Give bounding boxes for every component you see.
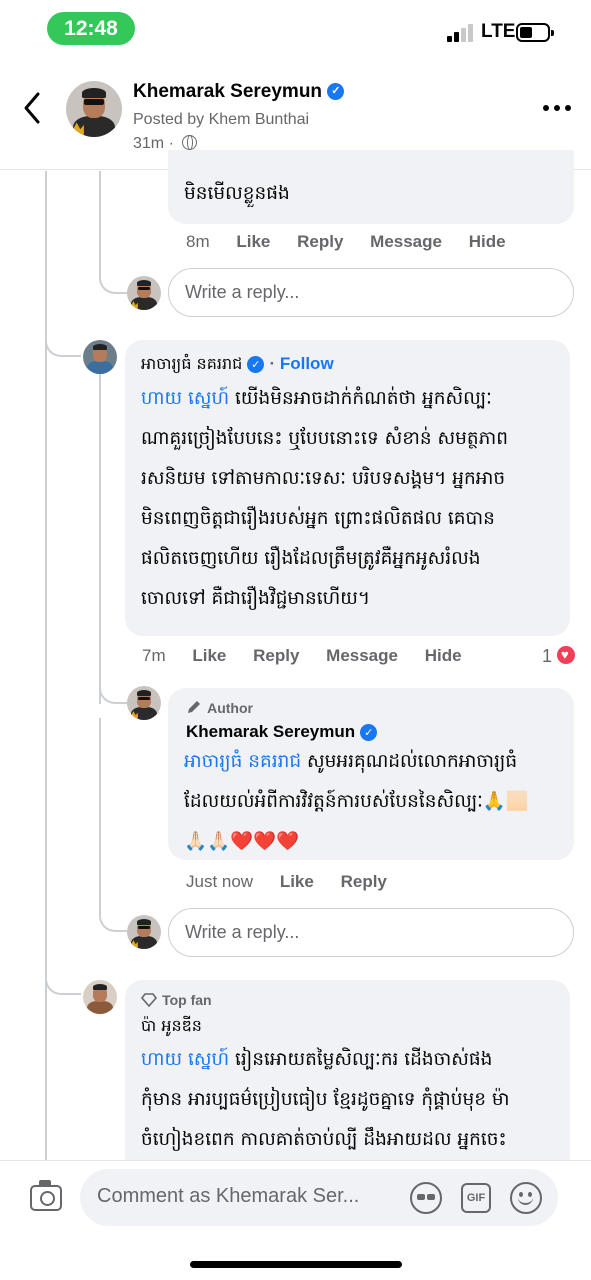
like-button[interactable]: Like	[280, 872, 314, 891]
commenter-name[interactable]: ប៉ា អូនឌីន	[141, 1014, 202, 1038]
author-avatar[interactable]	[66, 81, 122, 137]
message-button[interactable]: Message	[326, 646, 398, 665]
my-avatar	[127, 915, 161, 949]
author-reply-bubble: Author Khemarak Sereymun ✓ អាចារ្យធំ នគរ…	[168, 688, 574, 860]
author-reply-avatar[interactable]	[127, 686, 161, 720]
author-tag: Author	[186, 698, 253, 717]
home-indicator	[190, 1261, 402, 1268]
hide-button[interactable]: Hide	[469, 232, 506, 251]
mention-link[interactable]: ហាយ ស្នេហ៍	[141, 1049, 229, 1070]
thread-line	[99, 374, 101, 704]
ellipsis-icon[interactable]	[543, 105, 573, 113]
top-fan-tag: Top fan	[140, 990, 212, 1009]
comment-placeholder: Comment as Khemarak Ser...	[97, 1185, 360, 1207]
commenter-avatar[interactable]	[83, 980, 117, 1014]
heart-reaction-icon	[555, 644, 578, 666]
comment-text: ហាយ ស្នេហ៍ យើងមិនអាចដាក់កំណត់ថា អ្នកសិល្…	[141, 379, 561, 619]
reply-button[interactable]: Reply	[341, 872, 387, 891]
reply-line: សូមអរគុណដល់លោកអាចារ្យធំ	[301, 751, 518, 772]
author-reply-header: Khemarak Sereymun ✓	[186, 722, 378, 742]
like-button[interactable]: Like	[236, 232, 270, 251]
my-avatar	[127, 276, 161, 310]
reply-text: មិនមើលខ្លួនផង	[184, 183, 290, 204]
write-reply-input[interactable]: Write a reply...	[168, 908, 574, 957]
comment-input[interactable]: Comment as Khemarak Ser... GIF	[80, 1169, 558, 1226]
author-reply-text: អាចារ្យធំ នគររាជ សូមអរគុណដល់លោកអាចារ្យធំ…	[184, 742, 570, 862]
globe-icon	[182, 135, 198, 150]
reaction-count-text: 1	[542, 646, 553, 666]
mention-link[interactable]: អាចារ្យធំ នគររាជ	[184, 751, 301, 772]
comment-line: មិនពេញចិត្តជារឿងរបស់អ្នក ព្រោះផលិតផល គេប…	[141, 508, 495, 529]
write-reply-input[interactable]: Write a reply...	[168, 268, 574, 317]
thread-line	[99, 718, 101, 908]
reply-line: ដែលយល់អំពីការវិវត្តន៍ការបស់បែននៃសិល្បៈ🙏🏻	[184, 791, 529, 812]
reply-button[interactable]: Reply	[253, 646, 299, 665]
network-type: LTE	[481, 21, 516, 42]
reply-time: 8m	[186, 232, 210, 251]
thread-line	[45, 171, 47, 1160]
comment-header: អាចារ្យធំ នគររាជ ✓ · Follow	[141, 352, 334, 376]
hide-button[interactable]: Hide	[425, 646, 462, 665]
author-badge: Author	[207, 700, 253, 716]
reply-line: 🙏🏻🙏🏻❤️❤️❤️	[184, 831, 300, 852]
thread-line	[99, 171, 101, 271]
top-fan-badge: Top fan	[162, 992, 212, 1008]
comment-line: រៀនអោយតម្លៃសិល្បៈករ ដើងចាស់ផង	[229, 1049, 493, 1070]
separator: ·	[269, 354, 280, 373]
gif-button[interactable]: GIF	[461, 1183, 491, 1213]
like-button[interactable]: Like	[192, 646, 226, 665]
reply-actions: 8m Like Reply Message Hide	[186, 232, 528, 252]
comment-time: 7m	[142, 646, 166, 665]
comment-line: ចំហៀងខពេក កាលគាត់ចាប់ល្បី ដឹងអាយដល អ្នកច…	[141, 1129, 507, 1150]
author-reply-actions: Just now Like Reply	[186, 872, 409, 892]
comment-line: ផលិតចេញហើយ រឿងដែលត្រឹមត្រូវគឺអ្នកអូសរំលង	[141, 548, 481, 569]
post-time-text: 31m	[133, 135, 165, 152]
comment-bubble: Top fan ប៉ា អូនឌីន ហាយ ស្នេហ៍ រៀនអោយតម្ល…	[125, 980, 570, 1180]
commenter-name[interactable]: អាចារ្យធំ នគររាជ	[141, 354, 242, 373]
thread-connector	[45, 330, 81, 357]
author-reply-time: Just now	[186, 872, 254, 891]
comment-line: ណាគួរច្រៀងបែបនេះ ឬបែបនោះទេ សំខាន់ សមត្ថភ…	[141, 428, 508, 449]
emoji-icon[interactable]	[510, 1182, 542, 1214]
comment-composer: Comment as Khemarak Ser... GIF	[0, 1160, 591, 1280]
author-reply-name[interactable]: Khemarak Sereymun	[186, 722, 355, 741]
reaction-count[interactable]: 1	[542, 644, 578, 667]
author-name[interactable]: Khemarak Sereymun	[133, 81, 322, 102]
comment-text: ហាយ ស្នេហ៍ រៀនអោយតម្លៃសិល្បៈករ ដើងចាស់ផង…	[141, 1040, 561, 1160]
diamond-icon	[140, 993, 158, 1008]
chevron-left-icon[interactable]	[20, 90, 46, 126]
thread-connector	[99, 270, 127, 294]
comment-line: រសនិយម ទៅតាមកាលៈទេសៈ បរិបទសង្គម។ អ្នកអាច	[141, 468, 506, 489]
comment-bubble: អាចារ្យធំ នគររាជ ✓ · Follow ហាយ ស្នេហ៍ យ…	[125, 340, 570, 636]
battery-level	[520, 27, 532, 38]
pencil-icon	[188, 701, 200, 713]
page-title[interactable]: Khemarak Sereymun ✓	[133, 81, 345, 103]
comment-line: យើងមិនអាចដាក់កំណត់ថា អ្នកសិល្បៈ	[229, 388, 492, 409]
avatar-sticker-icon[interactable]	[410, 1182, 442, 1214]
posted-by: Posted by Khem Bunthai	[133, 111, 310, 128]
verified-badge-icon: ✓	[360, 724, 378, 741]
thread-connector	[99, 906, 127, 932]
battery-icon	[516, 23, 554, 42]
thread-connector	[99, 680, 127, 704]
mention-link[interactable]: ហាយ ស្នេហ៍	[141, 388, 229, 409]
commenter-avatar[interactable]	[83, 340, 117, 374]
signal-icon	[447, 24, 475, 42]
message-button[interactable]: Message	[370, 232, 442, 251]
verified-badge-icon: ✓	[327, 83, 345, 101]
reply-button[interactable]: Reply	[297, 232, 343, 251]
reply-bubble: មិនមើលខ្លួនផង	[168, 150, 574, 224]
follow-button[interactable]: Follow	[280, 354, 334, 373]
status-time: 12:48	[47, 12, 135, 45]
comment-line: ចោលទៅ គឺជារឿងវិជ្ជមានហើយ។	[141, 588, 371, 609]
comment-line: កុំមាន អារប្បធម៌ប្រៀបធៀប ខ្មែរដូចគ្នាទេ …	[141, 1089, 510, 1110]
comment-actions: 7m Like Reply Message Hide	[142, 646, 484, 666]
thread-connector	[45, 968, 81, 995]
camera-icon[interactable]	[30, 1180, 62, 1211]
verified-badge-icon: ✓	[247, 356, 265, 373]
